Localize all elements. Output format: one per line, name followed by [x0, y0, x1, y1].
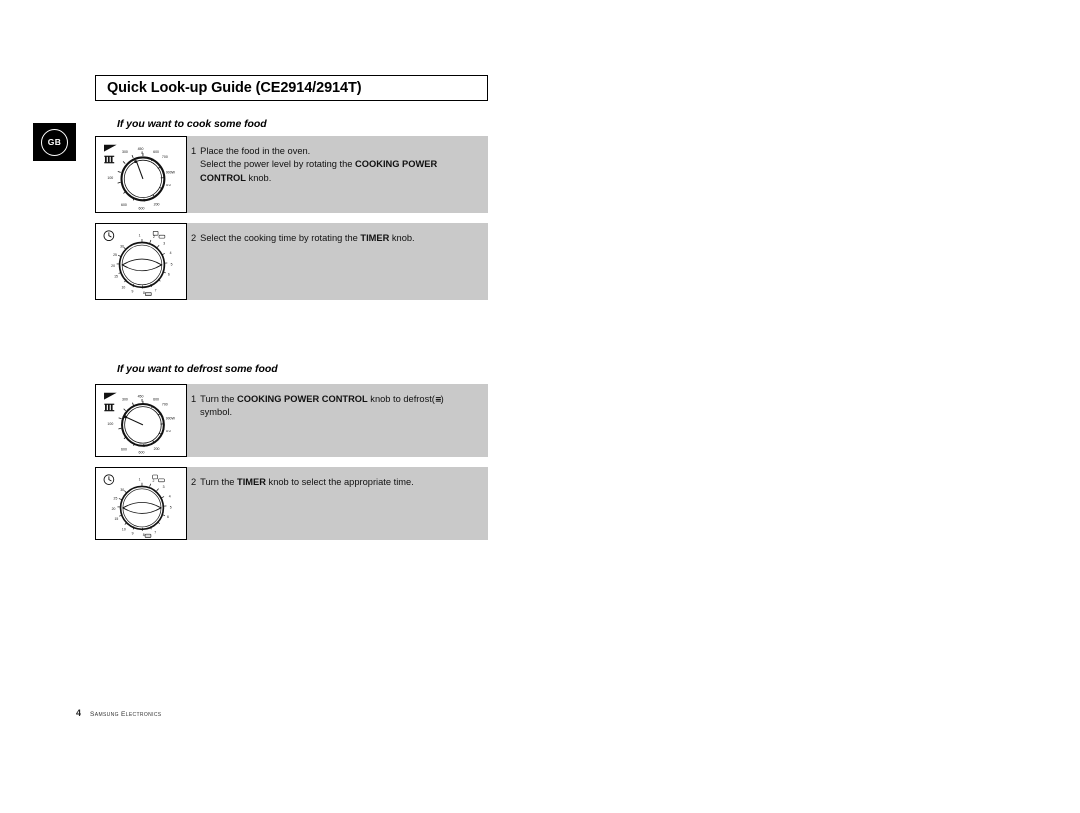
step-line-2-bold: COOKING POWER	[355, 159, 438, 170]
svg-text:4: 4	[170, 251, 172, 255]
svg-text:300: 300	[122, 398, 128, 402]
svg-text:8: 8	[141, 399, 143, 403]
svg-text:8: 8	[143, 533, 145, 537]
svg-text:7: 7	[154, 531, 156, 535]
power-control-dial: 300 450 8 600 700 900W ∪∪ 100 600 600 20…	[96, 385, 186, 456]
timer-dial: 1 2 3 4 5 6 7 8 9 10 15 20 25 30	[96, 224, 186, 299]
svg-text:600: 600	[139, 206, 145, 210]
svg-text:10: 10	[122, 285, 126, 289]
timer-dial-image-box: 1 2 3 4 5 6 7 8 9 10 15 20 25 30	[95, 223, 187, 300]
step-line-1-bold: COOKING POWER CONTROL	[237, 394, 368, 404]
instruction-row-defrost-step1: 300 450 8 600 700 900W ∪∪ 100 600 600 20…	[95, 384, 488, 457]
power-control-dial: 300 450 8 600 700 900W ∪∪ 100 600 600 20…	[96, 137, 186, 212]
svg-text:25: 25	[113, 253, 117, 257]
instruction-row-defrost-step2: 1 2 3 4 5 6 7 8 9 10 15 20 25 30 2 Turn …	[95, 467, 488, 540]
svg-text:600: 600	[139, 451, 145, 455]
instruction-row-cook-step1: 300 450 8 600 700 900W ∪∪ 100 600 600 20…	[95, 136, 488, 213]
svg-text:200: 200	[154, 203, 160, 207]
timer-dial: 1 2 3 4 5 6 7 8 9 10 15 20 25 30	[96, 468, 186, 539]
timer-dial-image-box-defrost: 1 2 3 4 5 6 7 8 9 10 15 20 25 30	[95, 467, 187, 540]
svg-text:∪∪: ∪∪	[166, 183, 172, 187]
svg-text:6: 6	[168, 273, 170, 277]
svg-text:30: 30	[120, 488, 124, 492]
svg-text:20: 20	[111, 264, 115, 268]
section-heading-cook: If you want to cook some food	[117, 118, 267, 130]
svg-text:700: 700	[162, 402, 168, 406]
svg-text:3: 3	[163, 241, 165, 245]
svg-text:20: 20	[112, 507, 116, 511]
step-text-body: 2 Turn the TIMER knob to select the appro…	[187, 467, 488, 540]
locale-badge-gb: GB	[33, 123, 76, 161]
step-text-body: 2 Select the cooking time by rotating the…	[187, 223, 488, 300]
svg-text:600: 600	[153, 150, 159, 154]
svg-text:7: 7	[155, 288, 157, 292]
locale-badge-label: GB	[41, 128, 68, 156]
svg-text:9: 9	[132, 532, 134, 536]
step-line-1-plain: Turn the	[200, 394, 238, 404]
svg-text:1: 1	[139, 477, 141, 481]
step-number: 2	[191, 233, 197, 243]
step-line-1-tail: knob.	[389, 233, 415, 243]
svg-text:25: 25	[114, 496, 118, 500]
svg-text:600: 600	[121, 203, 127, 207]
svg-text:700: 700	[162, 155, 168, 159]
svg-text:600: 600	[121, 448, 127, 452]
power-dial-image-box-defrost: 300 450 8 600 700 900W ∪∪ 100 600 600 20…	[95, 384, 187, 457]
svg-text:30: 30	[120, 244, 124, 248]
page-number: 4	[76, 708, 82, 718]
power-dial-image-box: 300 450 8 600 700 900W ∪∪ 100 600 600 20…	[95, 136, 187, 213]
svg-text:1: 1	[139, 234, 141, 238]
step-line-3-plain: knob.	[245, 172, 272, 183]
instruction-row-cook-step2: 1 2 3 4 5 6 7 8 9 10 15 20 25 30 2 Selec…	[95, 223, 488, 300]
svg-text:5: 5	[170, 505, 172, 509]
svg-text:8: 8	[143, 291, 145, 295]
step-instruction-text: 2 Select the cooking time by rotating the…	[191, 232, 482, 245]
step-instruction-text: 2 Turn the TIMER knob to select the appro…	[191, 476, 482, 489]
svg-text:9: 9	[131, 290, 133, 294]
footer-brand: Samsung Electronics	[90, 711, 162, 718]
step-line-1-bold: TIMER	[237, 477, 266, 487]
svg-text:∪∪: ∪∪	[166, 429, 172, 433]
step-number: 2	[191, 477, 197, 487]
step-instruction-text: 1 Turn the COOKING POWER CONTROL knob to …	[191, 393, 482, 420]
svg-text:300: 300	[122, 150, 128, 154]
page-canvas: GB Quick Look-up Guide (CE2914/2914T) If…	[0, 0, 1080, 813]
step-line-1: Place the food in the oven.	[200, 146, 311, 156]
step-text-body: 1 Turn the COOKING POWER CONTROL knob to …	[187, 384, 488, 457]
step-line-1-bold: TIMER	[360, 233, 390, 243]
svg-text:4: 4	[169, 494, 171, 498]
step-line-1-plain: Select the cooking time by rotating the	[200, 233, 361, 243]
svg-text:200: 200	[154, 447, 160, 451]
step-line-2: symbol.	[200, 407, 233, 418]
svg-text:900W: 900W	[166, 170, 176, 174]
step-line-1-tail: knob to defrost(	[367, 394, 435, 404]
step-line-3-bold: CONTROL	[200, 172, 246, 183]
svg-text:5: 5	[171, 262, 173, 266]
step-line-2-plain: Select the power level by rotating the	[200, 159, 356, 170]
svg-text:600: 600	[153, 398, 159, 402]
svg-text:2: 2	[152, 479, 154, 483]
svg-text:8: 8	[141, 151, 143, 155]
step-line-1-tail: knob to select the appropriate time.	[265, 477, 414, 487]
step-instruction-text: 1 Place the food in the oven. Select the …	[191, 145, 482, 185]
svg-text:2: 2	[153, 235, 155, 239]
step-number: 1	[191, 146, 197, 156]
page-title: Quick Look-up Guide (CE2914/2914T)	[107, 80, 362, 96]
step-line-1-plain: Turn the	[200, 477, 238, 487]
page-title-box: Quick Look-up Guide (CE2914/2914T)	[95, 75, 488, 101]
step-number: 1	[191, 394, 197, 404]
step-line-1-close: )	[440, 394, 444, 404]
svg-text:100: 100	[107, 422, 113, 426]
svg-text:15: 15	[114, 275, 118, 279]
svg-text:3: 3	[163, 485, 165, 489]
svg-text:15: 15	[115, 517, 119, 521]
svg-text:900W: 900W	[166, 417, 176, 421]
svg-text:10: 10	[122, 527, 126, 531]
step-text-body: 1 Place the food in the oven. Select the …	[187, 136, 488, 213]
page-footer: 4 Samsung Electronics	[76, 708, 161, 718]
svg-text:6: 6	[167, 515, 169, 519]
svg-text:100: 100	[107, 176, 113, 180]
section-heading-defrost: If you want to defrost some food	[117, 363, 278, 375]
